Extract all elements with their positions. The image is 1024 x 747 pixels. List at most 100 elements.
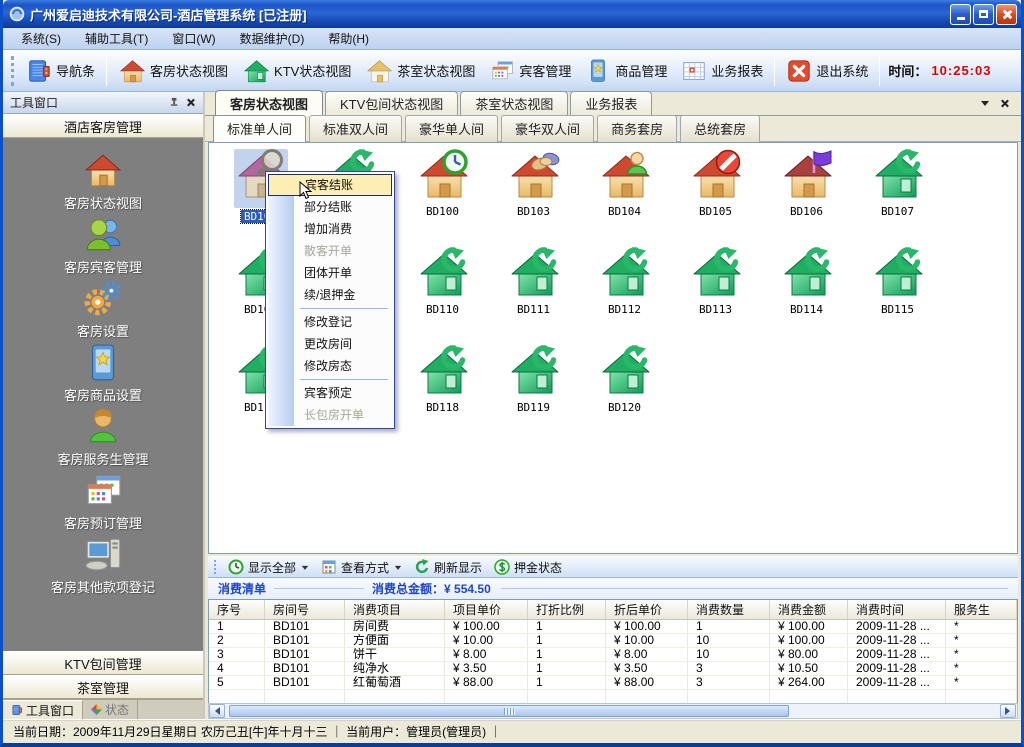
tab-tea-status-view[interactable]: 茶室状态视图 (460, 91, 568, 116)
scrollbar-thumb[interactable] (229, 705, 789, 717)
sidebar-close-button[interactable] (183, 95, 199, 110)
app-window: 广州爱启迪技术有限公司-酒店管理系统 [已注册] 系统(S) 辅助工具(T) 窗… (0, 0, 1024, 747)
menu-window[interactable]: 窗口(W) (160, 28, 227, 49)
refresh-button[interactable]: 刷新显示 (408, 559, 488, 576)
room-BD112[interactable]: BD112 (579, 247, 670, 339)
table-row[interactable]: 5BD101 红葡萄酒¥ 88.00 1¥ 88.00 3¥ 264.00 20… (209, 676, 1017, 690)
room-BD120[interactable]: BD120 (579, 345, 670, 437)
subtab-presidential-suite[interactable]: 总统套房 (680, 115, 760, 142)
tab-business-report[interactable]: 业务报表 (570, 91, 652, 116)
room-BD100[interactable]: BD100 (397, 149, 488, 241)
toolbar-nav-button[interactable]: 导航条 (19, 56, 102, 86)
group-hotel-room-mgmt[interactable]: 酒店客房管理 (3, 114, 203, 138)
show-all-button[interactable]: 显示全部 (222, 559, 315, 576)
toolbar-ktv-status-button[interactable]: KTV状态视图 (235, 55, 358, 87)
toolbar-goods-mgmt-button[interactable]: 商品管理 (578, 56, 674, 86)
subtab-business-suite[interactable]: 商务套房 (597, 115, 677, 142)
room-BD107[interactable]: BD107 (852, 149, 943, 241)
col-header-amount[interactable]: 消费金额 (770, 600, 848, 619)
menu-aux-tools[interactable]: 辅助工具(T) (73, 28, 160, 49)
subtab-standard-single[interactable]: 标准单人间 (213, 115, 306, 142)
toolbar-report-button[interactable]: 业务报表 (674, 56, 770, 86)
col-header-room[interactable]: 房间号 (265, 600, 345, 619)
toolbar-exit-button[interactable]: 退出系统 (779, 56, 875, 86)
menu-item-partial-checkout[interactable]: 部分结账 (268, 196, 392, 218)
group-ktv-mgmt[interactable]: KTV包间管理 (3, 651, 203, 675)
maximize-button[interactable] (973, 4, 994, 25)
table-row[interactable]: 3BD101 饼干¥ 8.00 1¥ 8.00 10¥ 80.00 2009-1… (209, 648, 1017, 662)
col-header-time[interactable]: 消费时间 (848, 600, 946, 619)
menu-item-guest-checkout[interactable]: 宾客结账 (268, 174, 392, 196)
app-icon (9, 6, 25, 22)
tab-list-dropdown-button[interactable] (977, 96, 993, 111)
house-arrow-icon (416, 345, 470, 399)
menu-item-longterm-open: 长包房开单 (268, 404, 392, 426)
subtab-deluxe-double[interactable]: 豪华双人间 (501, 115, 594, 142)
menu-item-guest-reservation[interactable]: 宾客预定 (268, 382, 392, 404)
house-noentry-icon (689, 149, 743, 203)
menu-item-change-room-status[interactable]: 修改房态 (268, 355, 392, 377)
menu-system[interactable]: 系统(S) (9, 28, 73, 49)
sidebar-item-waiter-mgmt[interactable]: 客房服务生管理 (3, 406, 203, 470)
room-BD119[interactable]: BD119 (488, 345, 579, 437)
view-mode-button[interactable]: 查看方式 (315, 559, 408, 576)
close-icon (1001, 99, 1010, 108)
chevron-down-icon (981, 101, 989, 110)
horizontal-scrollbar[interactable] (208, 703, 1018, 719)
toolbar-room-status-button[interactable]: 客房状态视图 (111, 55, 235, 87)
room-BD113[interactable]: BD113 (670, 247, 761, 339)
minimize-button[interactable] (950, 4, 971, 25)
menu-item-add-consumption[interactable]: 增加消费 (268, 218, 392, 240)
tab-ktv-status-view[interactable]: KTV包间状态视图 (325, 91, 458, 116)
tab-room-status-view[interactable]: 客房状态视图 (215, 90, 323, 116)
room-BD106[interactable]: BD106 (761, 149, 852, 241)
clock-display: 时间： 10:25:03 (888, 61, 991, 80)
window-title: 广州爱启迪技术有限公司-酒店管理系统 [已注册] (30, 5, 948, 24)
col-header-discounted-price[interactable]: 折后单价 (606, 600, 688, 619)
col-header-seq[interactable]: 序号 (209, 600, 265, 619)
sidebar-item-room-goods[interactable]: 客房商品设置 (3, 342, 203, 406)
sidebar-item-reservation-mgmt[interactable]: 客房预订管理 (3, 470, 203, 534)
menu-item-group-open[interactable]: 团体开单 (268, 262, 392, 284)
sidebar-item-other-payments[interactable]: 客房其他款项登记 (3, 534, 203, 598)
toolbar-guest-mgmt-button[interactable]: 宾客管理 (482, 56, 578, 86)
scroll-left-button[interactable] (209, 704, 225, 718)
menu-help[interactable]: 帮助(H) (316, 28, 381, 49)
room-BD115[interactable]: BD115 (852, 247, 943, 339)
pin-button[interactable] (167, 95, 183, 110)
menu-item-edit-registration[interactable]: 修改登记 (268, 311, 392, 333)
toolbar-tea-status-button[interactable]: 茶室状态视图 (358, 55, 482, 87)
tab-tool-window[interactable]: 工具窗口 (3, 700, 83, 719)
col-header-item[interactable]: 消费项目 (345, 600, 445, 619)
subtab-deluxe-single[interactable]: 豪华单人间 (405, 115, 498, 142)
sidebar-item-room-status[interactable]: 客房状态视图 (3, 150, 203, 214)
scroll-right-button[interactable] (1000, 704, 1016, 718)
subtab-standard-double[interactable]: 标准双人间 (309, 115, 402, 142)
group-tea-mgmt[interactable]: 茶室管理 (3, 675, 203, 699)
col-header-waiter[interactable]: 服务生 (946, 600, 1017, 619)
table-row[interactable]: 1BD101 房间费¥ 100.00 1¥ 100.00 1¥ 100.00 2… (209, 620, 1017, 634)
room-label: BD105 (696, 205, 735, 218)
deposit-status-button[interactable]: 押金状态 (488, 559, 568, 576)
sidebar-item-guest-mgmt[interactable]: 客房宾客管理 (3, 214, 203, 278)
room-BD118[interactable]: BD118 (397, 345, 488, 437)
col-header-unit-price[interactable]: 项目单价 (445, 600, 528, 619)
col-header-quantity[interactable]: 消费数量 (688, 600, 770, 619)
room-BD110[interactable]: BD110 (397, 247, 488, 339)
tab-close-button[interactable] (997, 96, 1013, 111)
room-BD111[interactable]: BD111 (488, 247, 579, 339)
table-header-row: 序号 房间号 消费项目 项目单价 打折比例 折后单价 消费数量 消费金额 消费时… (209, 600, 1017, 620)
menu-item-deposit[interactable]: 续/退押金 (268, 284, 392, 306)
table-row[interactable]: 4BD101 纯净水¥ 3.50 1¥ 3.50 3¥ 10.50 2009-1… (209, 662, 1017, 676)
tab-status[interactable]: 状态 (83, 700, 138, 719)
sidebar-item-room-settings[interactable]: 客房设置 (3, 278, 203, 342)
menu-item-change-room[interactable]: 更改房间 (268, 333, 392, 355)
room-BD103[interactable]: BD103 (488, 149, 579, 241)
menu-data-maintenance[interactable]: 数据维护(D) (228, 28, 317, 49)
close-button[interactable] (996, 4, 1017, 25)
room-BD105[interactable]: BD105 (670, 149, 761, 241)
col-header-discount[interactable]: 打折比例 (528, 600, 606, 619)
table-row[interactable]: 2BD101 方便面¥ 10.00 1¥ 10.00 10¥ 100.00 20… (209, 634, 1017, 648)
room-BD104[interactable]: BD104 (579, 149, 670, 241)
room-BD114[interactable]: BD114 (761, 247, 852, 339)
